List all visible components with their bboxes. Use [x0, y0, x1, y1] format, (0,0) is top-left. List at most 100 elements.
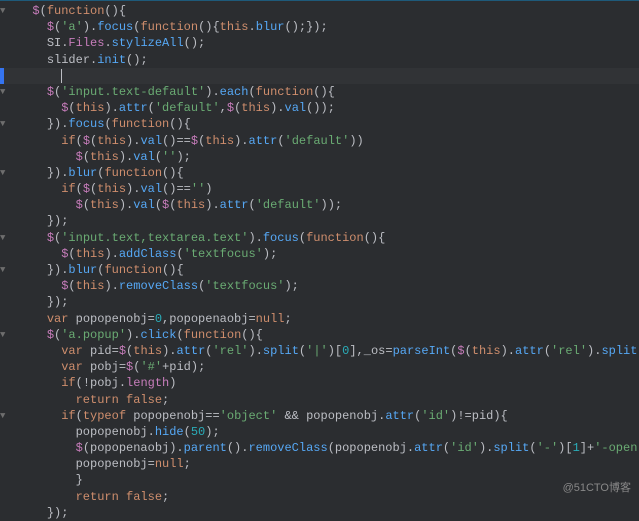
- code-line[interactable]: $('a').focus(function(){this.blur();});: [0, 19, 639, 35]
- code-line[interactable]: $(this).val($(this).attr('default'));: [0, 197, 639, 213]
- code-content[interactable]: var popopenobj=0,popopenaobj=null;: [18, 311, 639, 327]
- token-ident: _os: [364, 344, 386, 358]
- code-content[interactable]: return false;: [18, 489, 639, 505]
- token-punc: ).: [83, 20, 97, 34]
- gutter: [8, 133, 18, 149]
- token-prop: Files: [68, 36, 104, 50]
- token-kw: var: [47, 312, 76, 326]
- token-ident: popopenaobj: [90, 441, 169, 455]
- code-content[interactable]: var pobj=$('#'+pid);: [18, 359, 639, 375]
- code-content[interactable]: $(this).attr('default',$(this).val());: [18, 100, 639, 116]
- code-content[interactable]: if(typeof popopenobj=='object' && popope…: [18, 408, 639, 424]
- code-line[interactable]: ▼ }).blur(function(){: [0, 165, 639, 181]
- code-line[interactable]: ▼ $('a.popup').click(function(){: [0, 327, 639, 343]
- token-punc: (: [155, 150, 162, 164]
- code-content[interactable]: popopenobj.hide(50);: [18, 424, 639, 440]
- code-line[interactable]: ▼ }).blur(function(){: [0, 262, 639, 278]
- fold-arrow-icon[interactable]: ▼: [0, 232, 5, 244]
- code-line[interactable]: ▼ $('input.text-default').each(function(…: [0, 84, 639, 100]
- code-editor[interactable]: ▼ $(function(){ $('a').focus(function(){…: [0, 0, 639, 521]
- code-content[interactable]: popopenobj=null;: [18, 456, 639, 472]
- code-content[interactable]: $(this).addClass('textfocus');: [18, 246, 639, 262]
- code-line[interactable]: $(this).val('');: [0, 149, 639, 165]
- code-line[interactable]: popopenobj=null;: [0, 456, 639, 472]
- code-line[interactable]: $(this).addClass('textfocus');: [0, 246, 639, 262]
- gutter: [8, 311, 18, 327]
- code-line[interactable]: $(popopenaobj).parent().removeClass(popo…: [0, 440, 639, 456]
- code-line[interactable]: $(this).removeClass('textfocus');: [0, 278, 639, 294]
- code-line[interactable]: ▼ $(function(){: [0, 3, 639, 19]
- token-var: $: [83, 182, 90, 196]
- token-punc: (: [277, 134, 284, 148]
- token-func: init: [97, 53, 126, 67]
- token-punc: (: [104, 117, 111, 131]
- code-line[interactable]: if(!pobj.length): [0, 375, 639, 391]
- code-content[interactable]: $(this).val($(this).attr('default'));: [18, 197, 639, 213]
- fold-arrow-icon[interactable]: ▼: [0, 118, 5, 130]
- gutter: [8, 68, 18, 84]
- code-line[interactable]: if($(this).val()==$(this).attr('default'…: [0, 133, 639, 149]
- code-content[interactable]: $(this).val('');: [18, 149, 639, 165]
- token-ident: SI: [47, 36, 61, 50]
- token-punc: =: [148, 312, 155, 326]
- code-line[interactable]: return false;: [0, 489, 639, 505]
- code-line[interactable]: popopenobj.hide(50);: [0, 424, 639, 440]
- code-content[interactable]: if($(this).val()==$(this).attr('default'…: [18, 133, 639, 149]
- token-punc: (: [83, 198, 90, 212]
- code-content[interactable]: $(popopenaobj).parent().removeClass(popo…: [18, 440, 639, 456]
- code-content[interactable]: [18, 68, 639, 84]
- code-content[interactable]: });: [18, 213, 639, 229]
- code-line[interactable]: var pid=$(this).attr('rel').split('|')[0…: [0, 343, 639, 359]
- fold-arrow-icon[interactable]: ▼: [0, 167, 5, 179]
- token-func: removeClass: [248, 441, 327, 455]
- code-line[interactable]: SI.Files.stylizeAll();: [0, 35, 639, 51]
- fold-arrow-icon[interactable]: ▼: [0, 329, 5, 341]
- token-func: each: [220, 85, 249, 99]
- token-punc: ;: [162, 490, 169, 504]
- fold-arrow-icon[interactable]: ▼: [0, 5, 5, 17]
- code-content[interactable]: $(this).removeClass('textfocus');: [18, 278, 639, 294]
- code-content[interactable]: });: [18, 505, 639, 521]
- code-line[interactable]: $(this).attr('default',$(this).val());: [0, 100, 639, 116]
- code-line[interactable]: if($(this).val()==''): [0, 181, 639, 197]
- token-punc: ).: [162, 344, 176, 358]
- fold-arrow-icon[interactable]: ▼: [0, 264, 5, 276]
- code-line[interactable]: }: [0, 472, 639, 488]
- code-content[interactable]: return false;: [18, 392, 639, 408]
- code-content[interactable]: }: [18, 472, 639, 488]
- code-content[interactable]: $('a').focus(function(){this.blur();});: [18, 19, 639, 35]
- fold-arrow-icon[interactable]: ▼: [0, 410, 5, 422]
- code-content[interactable]: }).blur(function(){: [18, 262, 639, 278]
- code-line[interactable]: [0, 68, 639, 84]
- token-str: 'object': [220, 409, 278, 423]
- code-line[interactable]: ▼ $('input.text,textarea.text').focus(fu…: [0, 230, 639, 246]
- code-content[interactable]: slider.init();: [18, 52, 639, 68]
- code-content[interactable]: }).focus(function(){: [18, 116, 639, 132]
- token-func: removeClass: [119, 279, 198, 293]
- token-punc: )): [349, 134, 363, 148]
- code-line[interactable]: slider.init();: [0, 52, 639, 68]
- code-content[interactable]: var pid=$(this).attr('rel').split('|')[0…: [18, 343, 639, 359]
- code-content[interactable]: $(function(){: [18, 3, 639, 19]
- code-content[interactable]: }).blur(function(){: [18, 165, 639, 181]
- token-punc: (: [83, 150, 90, 164]
- code-content[interactable]: $('a.popup').click(function(){: [18, 327, 639, 343]
- code-content[interactable]: $('input.text,textarea.text').focus(func…: [18, 230, 639, 246]
- code-content[interactable]: });: [18, 294, 639, 310]
- code-line[interactable]: var popopenobj=0,popopenaobj=null;: [0, 311, 639, 327]
- fold-arrow-icon[interactable]: ▼: [0, 86, 5, 98]
- code-line[interactable]: var pobj=$('#'+pid);: [0, 359, 639, 375]
- gutter: [8, 213, 18, 229]
- code-line[interactable]: });: [0, 213, 639, 229]
- code-content[interactable]: $('input.text-default').each(function(){: [18, 84, 639, 100]
- code-line[interactable]: ▼ }).focus(function(){: [0, 116, 639, 132]
- code-content[interactable]: if(!pobj.length): [18, 375, 639, 391]
- token-punc: (: [155, 198, 162, 212]
- token-this: this: [176, 198, 205, 212]
- code-line[interactable]: });: [0, 505, 639, 521]
- code-content[interactable]: if($(this).val()==''): [18, 181, 639, 197]
- code-content[interactable]: SI.Files.stylizeAll();: [18, 35, 639, 51]
- code-line[interactable]: return false;: [0, 392, 639, 408]
- code-line[interactable]: });: [0, 294, 639, 310]
- code-line[interactable]: ▼ if(typeof popopenobj=='object' && popo…: [0, 408, 639, 424]
